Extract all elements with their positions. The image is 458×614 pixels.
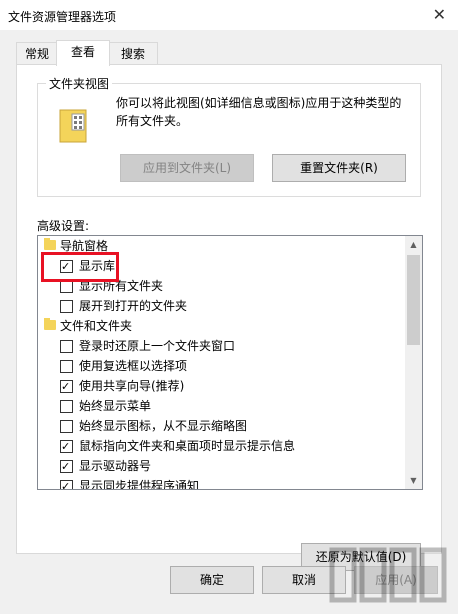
checkbox[interactable] [60,477,73,489]
folder-icon [44,318,56,330]
scroll-down-icon[interactable]: ▼ [405,472,422,489]
highlight-box [41,252,119,282]
list-item-label: 使用复选框以选择项 [79,359,188,373]
checkbox[interactable] [60,437,73,457]
checkbox[interactable] [60,457,73,477]
folder-view-title: 文件夹视图 [46,75,113,92]
cancel-button[interactable]: 取消 [262,566,346,594]
tab-search[interactable]: 搜索 [108,42,158,66]
checkbox[interactable] [60,377,73,397]
checkbox[interactable] [60,340,73,353]
dialog-client: 常规 查看 搜索 文件夹视图 你可以将此视图(如详细信息或图标)应用于这种类型的… [0,30,458,614]
window-title: 文件资源管理器选项 [8,10,117,24]
checkbox[interactable] [60,360,73,373]
reset-folders-button[interactable]: 重置文件夹(R) [272,154,406,182]
apply-to-folders-button[interactable]: 应用到文件夹(L) [120,154,254,182]
scroll-up-icon[interactable]: ▲ [405,236,422,253]
scrollbar-thumb[interactable] [407,255,420,345]
list-item-label: 鼠标指向文件夹和桌面项时显示提示信息 [79,439,296,453]
title-bar: 文件资源管理器选项 ✕ [0,0,458,30]
list-item-label: 展开到打开的文件夹 [79,299,188,313]
list-item-label: 显示驱动器号 [79,459,152,473]
apply-button[interactable]: 应用(A) [354,566,438,594]
list-item-label: 始终显示菜单 [79,399,152,413]
tab-view[interactable]: 查看 [56,40,110,66]
ok-button[interactable]: 确定 [170,566,254,594]
folder-icon [44,238,56,250]
list-item-label: 始终显示图标，从不显示缩略图 [79,419,248,433]
tab-general[interactable]: 常规 [16,42,58,66]
list-item-label: 显示同步提供程序通知 [79,479,200,490]
view-tab-panel: 文件夹视图 你可以将此视图(如详细信息或图标)应用于这种类型的所有文件夹。 应用… [16,64,442,571]
vertical-scrollbar[interactable]: ▲ ▼ [405,236,422,489]
list-item-label: 文件和文件夹 [60,319,133,333]
checkbox[interactable] [60,400,73,413]
folder-view-description: 你可以将此视图(如详细信息或图标)应用于这种类型的所有文件夹。 [116,96,402,128]
checkbox[interactable] [60,420,73,433]
close-icon[interactable]: ✕ [433,5,446,24]
folder-view-icon [59,109,87,143]
folder-view-group: 文件夹视图 你可以将此视图(如详细信息或图标)应用于这种类型的所有文件夹。 应用… [37,75,421,197]
list-item-label: 登录时还原上一个文件夹窗口 [79,339,236,353]
list-item-label: 使用共享向导(推荐) [79,379,185,393]
checkbox[interactable] [60,300,73,313]
advanced-settings-label: 高级设置: [37,219,90,233]
